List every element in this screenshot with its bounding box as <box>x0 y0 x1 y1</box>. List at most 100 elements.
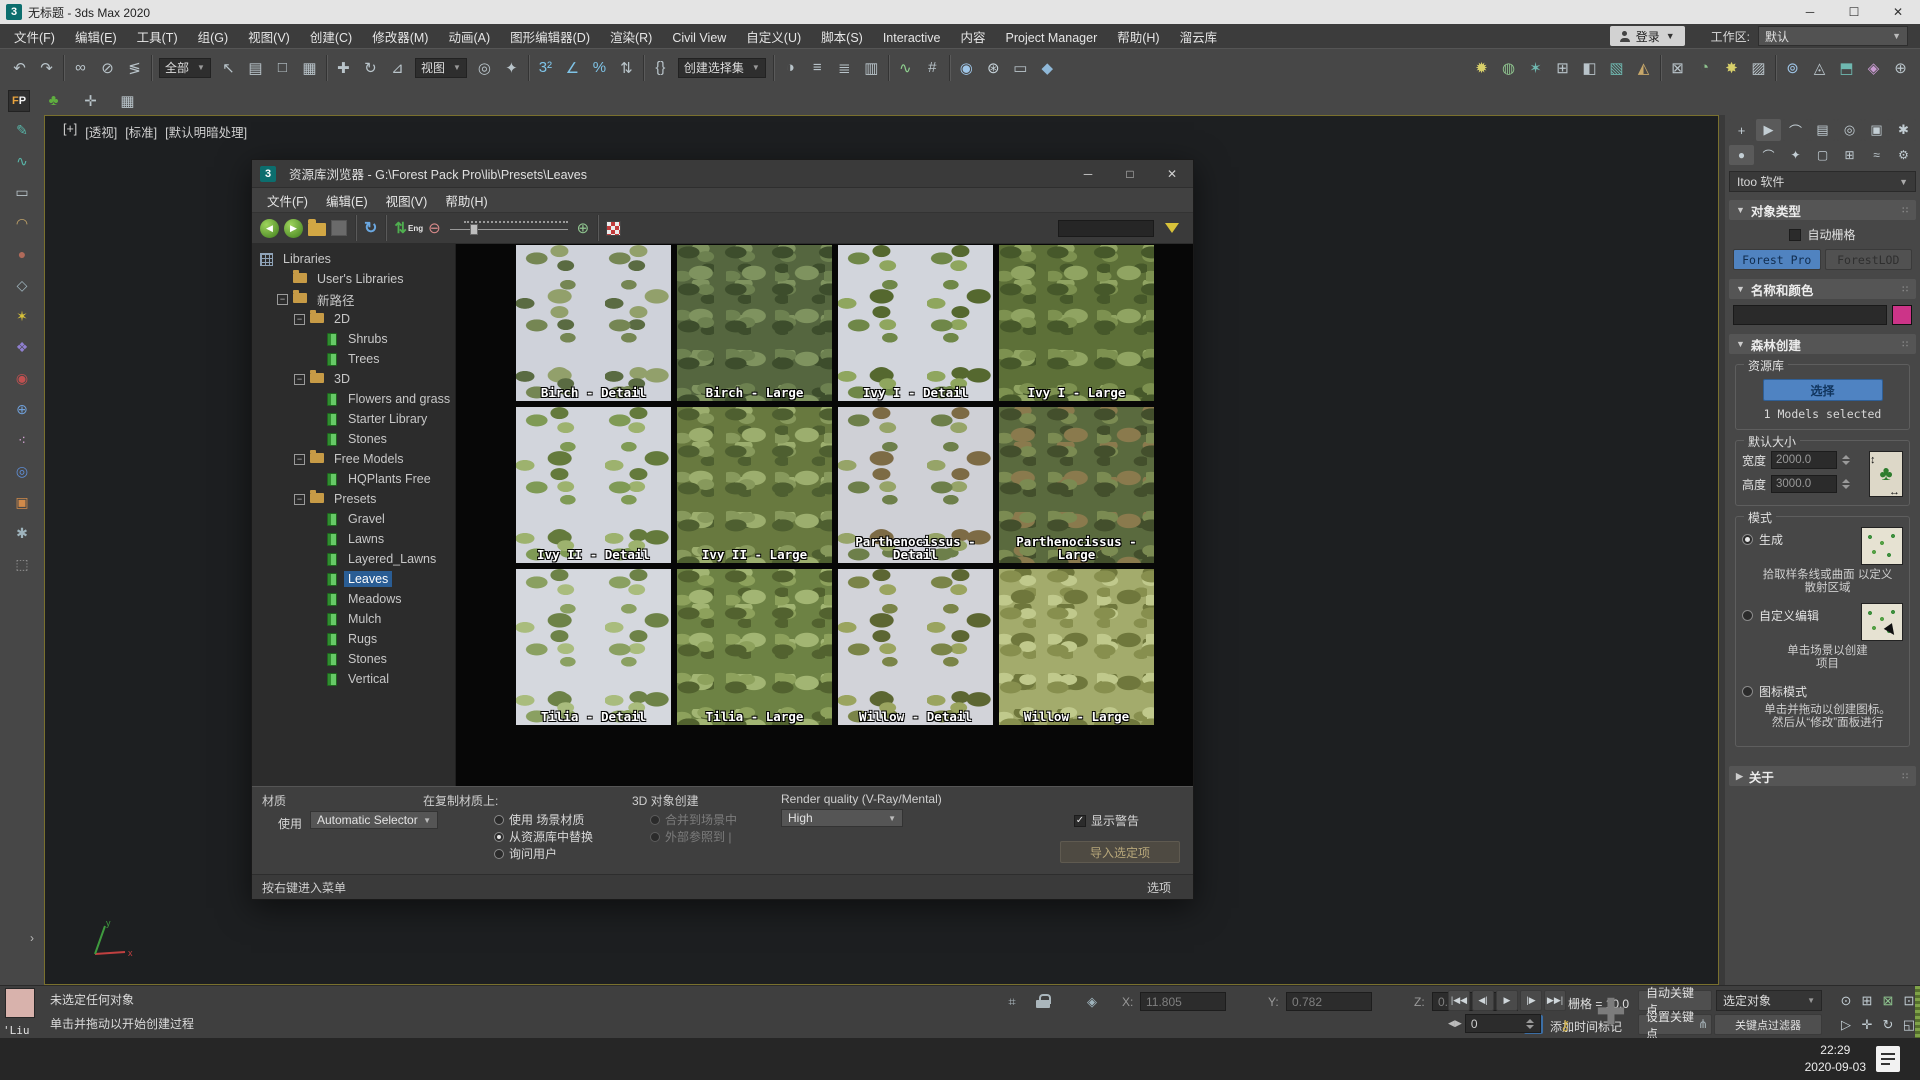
search-input[interactable] <box>1058 220 1154 237</box>
dialog-minimize-button[interactable]: ─ <box>1067 160 1109 187</box>
tree-expander-icon[interactable]: − <box>294 454 305 465</box>
tree-item-stones[interactable]: Stones <box>252 649 455 669</box>
select-link-icon[interactable]: ∞ <box>67 54 94 81</box>
diamond-tool-icon[interactable]: ◇ <box>11 274 33 296</box>
object-type-rollout-header[interactable]: ▼对象类型∷ <box>1729 200 1916 220</box>
tree-item-vertical[interactable]: Vertical <box>252 669 455 689</box>
preset-thumbnail-ivy-i-detail[interactable]: Ivy I - Detail <box>838 245 993 401</box>
toolbar-right-icon-4[interactable]: ⊞ <box>1549 54 1576 81</box>
absolute-mode-icon[interactable]: ◈ <box>1082 992 1102 1012</box>
render-setup-icon[interactable]: ⊛ <box>980 54 1007 81</box>
tree-expander-icon[interactable]: − <box>294 374 305 385</box>
key-mode-icon[interactable]: ⚷ <box>1560 1017 1570 1034</box>
frame-spinner[interactable] <box>1526 1019 1535 1029</box>
select-rotate-icon[interactable]: ↻ <box>357 54 384 81</box>
tree-item-user-s-libraries[interactable]: User's Libraries <box>252 269 455 289</box>
next-frame-icon[interactable]: |▶ <box>1520 990 1542 1011</box>
dots-tool-icon[interactable]: ⁖ <box>11 429 33 451</box>
dialog-close-button[interactable]: ✕ <box>1151 160 1193 187</box>
current-frame-field[interactable]: 0 <box>1465 1014 1541 1033</box>
taskbar-clock[interactable]: 22:29 2020-09-03 <box>1805 1042 1866 1076</box>
hierarchy-tab-icon[interactable]: ▤ <box>1810 119 1835 141</box>
ribbon-icon[interactable]: ▥ <box>858 54 885 81</box>
isolate-selection-icon[interactable]: ⌗ <box>1002 992 1022 1012</box>
forest-creation-rollout-header[interactable]: ▼森林创建∷ <box>1729 334 1916 354</box>
height-field[interactable]: 3000.0 <box>1771 475 1837 493</box>
zoom-out-icon[interactable]: ⊖ <box>428 219 441 237</box>
toolbar-right-icon-10[interactable]: ✸ <box>1718 54 1745 81</box>
menu-item-7[interactable]: 修改器(M) <box>362 31 438 45</box>
toolbar-right-icon-15[interactable]: ◈ <box>1860 54 1887 81</box>
tree-item-starter-library[interactable]: Starter Library <box>252 409 455 429</box>
preset-thumbnail-willow-large[interactable]: Willow - Large <box>999 569 1154 725</box>
thumbnail-size-slider[interactable] <box>450 220 568 236</box>
dialog-menu-item-3[interactable]: 视图(V) <box>377 191 437 210</box>
star-tool-icon[interactable]: ✶ <box>11 305 33 327</box>
wave-tool-icon[interactable]: ∿ <box>11 150 33 172</box>
preset-thumbnail-ivy-i-large[interactable]: Ivy I - Large <box>999 245 1154 401</box>
toolbar-right-icon-16[interactable]: ⊕ <box>1887 54 1914 81</box>
tree-expander-icon[interactable]: − <box>294 314 305 325</box>
select-object-icon[interactable]: ↖ <box>215 54 242 81</box>
menu-item-4[interactable]: 组(G) <box>188 31 239 45</box>
mirror-icon[interactable]: ◑ <box>777 54 804 81</box>
selection-filter-combo[interactable]: 全部▼ <box>159 58 211 78</box>
preset-thumbnail-birch-large[interactable]: Birch - Large <box>677 245 832 401</box>
width-field[interactable]: 2000.0 <box>1771 451 1837 469</box>
toolbar-right-icon-11[interactable]: ▨ <box>1745 54 1772 81</box>
toolbar-right-icon-12[interactable]: ⊚ <box>1779 54 1806 81</box>
height-spinner[interactable] <box>1842 479 1851 489</box>
material-selector-combo[interactable]: Automatic Selector▼ <box>310 811 438 829</box>
menu-item-14[interactable]: Interactive <box>873 31 951 45</box>
key-filters-icon[interactable]: ⋔ <box>1698 1017 1708 1031</box>
forest-pro-button[interactable]: Forest Pro <box>1733 249 1821 270</box>
preset-thumbnail-parthenocissus-large[interactable]: Parthenocissus -Large <box>999 407 1154 563</box>
name-color-rollout-header[interactable]: ▼名称和颜色∷ <box>1729 279 1916 299</box>
toolbar-right-icon-1[interactable]: ✹ <box>1468 54 1495 81</box>
preset-thumbnail-birch-detail[interactable]: Birch - Detail <box>516 245 671 401</box>
back-icon[interactable]: ◀ <box>260 219 279 238</box>
selection-set-combo[interactable]: 选定对象▼ <box>1716 990 1822 1011</box>
filter-funnel-icon[interactable] <box>1165 223 1179 233</box>
tree-item-gravel[interactable]: Gravel <box>252 509 455 529</box>
select-library-button[interactable]: 选择 <box>1763 379 1883 401</box>
panel-tool-icon[interactable]: ▣ <box>11 491 33 513</box>
tree-item-leaves[interactable]: Leaves <box>252 569 455 589</box>
autogrid-checkbox[interactable] <box>1789 229 1801 241</box>
rect-select-icon[interactable]: □ <box>269 54 296 81</box>
toolbar-right-icon-13[interactable]: ◬ <box>1806 54 1833 81</box>
open-folder-icon[interactable] <box>308 223 326 236</box>
preset-thumbnail-ivy-ii-detail[interactable]: Ivy II - Detail <box>516 407 671 563</box>
swatch-tool-icon[interactable]: ⬚ <box>11 553 33 575</box>
percent-snap-icon[interactable]: % <box>586 54 613 81</box>
helpers-cat-icon[interactable]: ⊞ <box>1837 145 1862 165</box>
generate-mode-icon[interactable] <box>1861 527 1903 565</box>
x-coordinate-field[interactable]: 11.805 <box>1140 992 1226 1011</box>
about-rollout-header[interactable]: ▶关于∷ <box>1729 766 1916 786</box>
preset-thumbnail-tilia-detail[interactable]: Tilia - Detail <box>516 569 671 725</box>
dialog-titlebar[interactable]: 3 资源库浏览器 - G:\Forest Pack Pro\lib\Preset… <box>252 160 1193 188</box>
menu-item-11[interactable]: Civil View <box>662 31 736 45</box>
curve-editor-icon[interactable]: ∿ <box>892 54 919 81</box>
menu-item-6[interactable]: 创建(C) <box>300 31 362 45</box>
geometry-cat-icon[interactable]: ● <box>1729 145 1754 165</box>
tree-item--[interactable]: −新路径 <box>252 289 455 309</box>
layer-manager-icon[interactable]: ≣ <box>831 54 858 81</box>
forest-lod-button[interactable]: ForestLOD <box>1825 249 1913 270</box>
tree-item-lawns[interactable]: Lawns <box>252 529 455 549</box>
tray-note-icon[interactable] <box>1876 1046 1900 1072</box>
forest-pack-icon[interactable]: FP <box>8 90 30 112</box>
menu-item-1[interactable]: 文件(F) <box>4 31 65 45</box>
prev-frame-icon[interactable]: ◀| <box>1472 990 1494 1011</box>
select-by-name-icon[interactable]: ▤ <box>242 54 269 81</box>
dome-tool-icon[interactable]: ◠ <box>11 212 33 234</box>
ref-coord-combo[interactable]: 视图▼ <box>415 58 467 78</box>
align-icon[interactable]: ≡ <box>804 54 831 81</box>
preset-thumbnail-tilia-large[interactable]: Tilia - Large <box>677 569 832 725</box>
menu-item-3[interactable]: 工具(T) <box>127 31 188 45</box>
dialog-menu-item-2[interactable]: 编辑(E) <box>317 191 377 210</box>
fov-icon[interactable]: ▷ <box>1836 1013 1856 1036</box>
viewport-label-segment-3[interactable]: [标准] <box>125 122 157 141</box>
toolbar-right-icon-3[interactable]: ✶ <box>1522 54 1549 81</box>
tree-item-flowers-and-grass[interactable]: Flowers and grass <box>252 389 455 409</box>
